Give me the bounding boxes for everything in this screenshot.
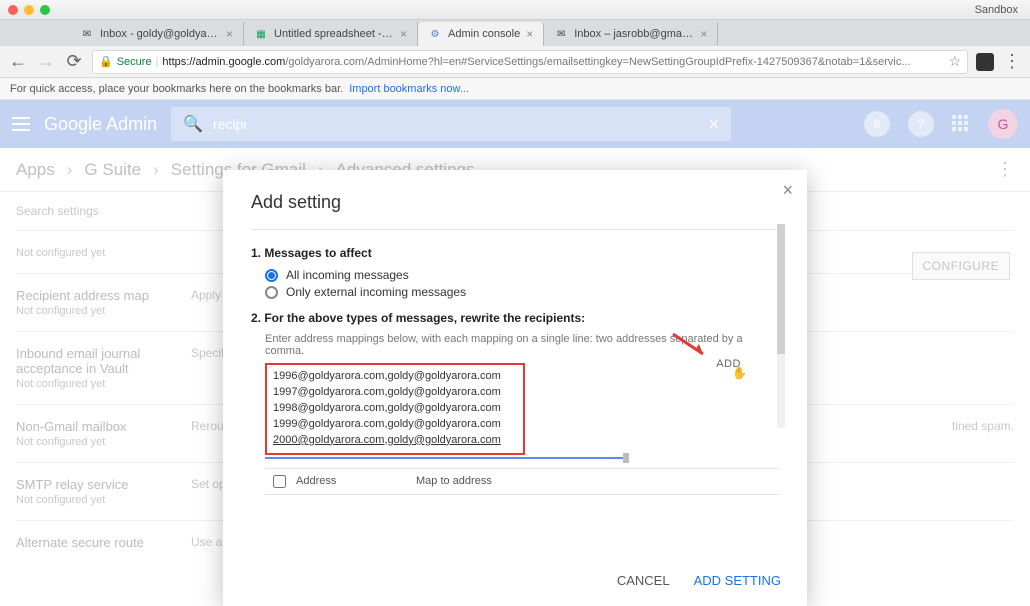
gmail-icon: ✉ bbox=[80, 27, 94, 41]
cancel-button[interactable]: CANCEL bbox=[617, 573, 670, 588]
tab-spreadsheet[interactable]: ▦ Untitled spreadsheet - Google × bbox=[244, 22, 418, 46]
sandbox-label: Sandbox bbox=[971, 4, 1022, 16]
tab-strip: ✉ Inbox - goldy@goldyarora.com × ▦ Untit… bbox=[0, 20, 1030, 46]
browser-menu-icon[interactable]: ⋮ bbox=[1002, 51, 1022, 72]
admin-header: Google Admin 🔍 × 8 ? G bbox=[0, 100, 1030, 148]
col-address: Address bbox=[296, 475, 406, 487]
address-bar[interactable]: 🔒 Secure | https://admin.google.com/gold… bbox=[92, 50, 968, 74]
modal-scrollbar[interactable] bbox=[777, 224, 785, 428]
radio-icon bbox=[265, 286, 278, 299]
menu-icon[interactable] bbox=[12, 117, 30, 131]
browser-toolbar: ← → ⟳ 🔒 Secure | https://admin.google.co… bbox=[0, 46, 1030, 78]
mappings-table-body bbox=[265, 495, 779, 545]
bookmark-bar: For quick access, place your bookmarks h… bbox=[0, 78, 1030, 100]
cursor-icon: ✋ bbox=[732, 366, 747, 380]
tab-inbox-jasrobb[interactable]: ✉ Inbox – jasrobb@gmail.com × bbox=[544, 22, 718, 46]
scrollbar-thumb[interactable] bbox=[777, 224, 785, 354]
back-button[interactable]: ← bbox=[8, 51, 28, 72]
help-icon[interactable]: ? bbox=[908, 111, 934, 137]
bookmark-hint: For quick access, place your bookmarks h… bbox=[10, 83, 343, 95]
close-icon[interactable]: × bbox=[400, 27, 407, 41]
close-icon[interactable]: × bbox=[700, 27, 707, 41]
close-window-icon[interactable] bbox=[8, 5, 18, 15]
arrow-annotation-icon bbox=[671, 332, 711, 362]
section-messages-to-affect: 1. Messages to affect bbox=[251, 246, 779, 260]
close-icon[interactable]: × bbox=[782, 180, 793, 201]
select-all-checkbox[interactable] bbox=[273, 475, 286, 488]
apps-grid-icon[interactable] bbox=[952, 115, 970, 133]
clear-search-icon[interactable]: × bbox=[709, 114, 720, 135]
admin-search[interactable]: 🔍 × bbox=[171, 107, 731, 141]
close-icon[interactable]: × bbox=[226, 27, 233, 41]
add-setting-button[interactable]: ADD SETTING bbox=[694, 573, 781, 588]
modal-title: Add setting bbox=[251, 192, 779, 213]
radio-all-incoming[interactable]: All incoming messages bbox=[265, 268, 779, 282]
radio-external-only[interactable]: Only external incoming messages bbox=[265, 285, 779, 299]
crumb-gsuite[interactable]: G Suite bbox=[84, 160, 141, 180]
minimize-window-icon[interactable] bbox=[24, 5, 34, 15]
extension-icon[interactable] bbox=[976, 53, 994, 71]
admin-icon: ⚙ bbox=[428, 27, 442, 41]
overflow-menu-icon[interactable]: ⋮ bbox=[996, 159, 1014, 180]
zoom-window-icon[interactable] bbox=[40, 5, 50, 15]
tab-inbox-goldy[interactable]: ✉ Inbox - goldy@goldyarora.com × bbox=[70, 22, 244, 46]
close-icon[interactable]: × bbox=[526, 27, 533, 41]
gmail-icon: ✉ bbox=[554, 27, 568, 41]
col-map-to: Map to address bbox=[416, 475, 492, 487]
search-icon: 🔍 bbox=[183, 114, 203, 134]
mac-titlebar: Sandbox bbox=[0, 0, 1030, 20]
search-input[interactable] bbox=[213, 116, 699, 132]
notifications-badge[interactable]: 8 bbox=[864, 111, 890, 137]
radio-icon bbox=[265, 269, 278, 282]
lock-icon: 🔒 bbox=[99, 55, 113, 68]
import-bookmarks-link[interactable]: Import bookmarks now... bbox=[349, 83, 469, 95]
address-mappings-input[interactable]: 1996@goldyarora.com,goldy@goldyarora.com… bbox=[265, 363, 525, 455]
mappings-table-header: Address Map to address bbox=[265, 468, 779, 495]
bookmark-star-icon[interactable]: ☆ bbox=[948, 53, 961, 70]
secure-label: Secure bbox=[117, 56, 152, 68]
section-rewrite-recipients: 2. For the above types of messages, rewr… bbox=[251, 311, 779, 325]
tab-admin-console[interactable]: ⚙ Admin console × bbox=[418, 22, 544, 46]
add-setting-modal: × Add setting 1. Messages to affect All … bbox=[223, 170, 807, 606]
crumb-apps[interactable]: Apps bbox=[16, 160, 55, 180]
modal-footer: CANCEL ADD SETTING bbox=[223, 559, 807, 606]
sheets-icon: ▦ bbox=[254, 27, 268, 41]
forward-button[interactable]: → bbox=[36, 51, 56, 72]
google-admin-logo: Google Admin bbox=[44, 114, 157, 135]
account-avatar[interactable]: G bbox=[988, 109, 1018, 139]
reload-button[interactable]: ⟳ bbox=[64, 51, 84, 72]
input-underline bbox=[265, 457, 779, 458]
configure-button[interactable]: CONFIGURE bbox=[912, 252, 1011, 280]
